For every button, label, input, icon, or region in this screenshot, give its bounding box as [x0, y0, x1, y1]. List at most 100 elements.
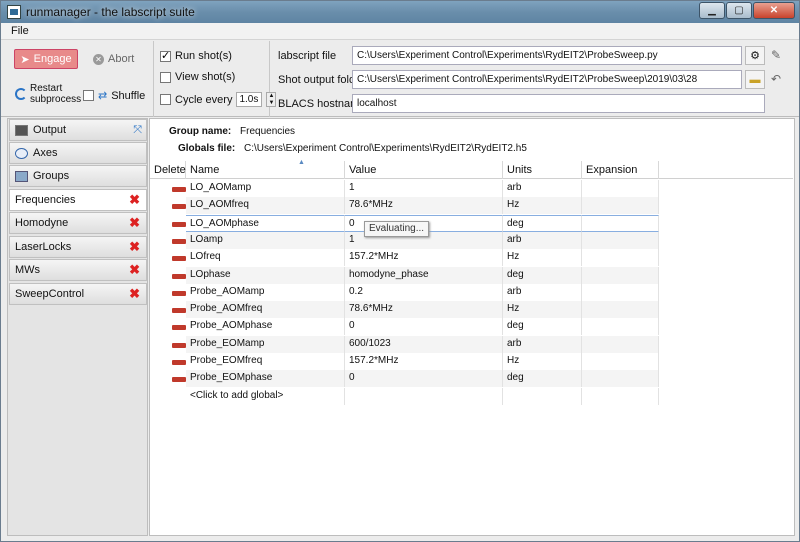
shot-output-folder-field[interactable]: C:\Users\Experiment Control\Experiments\…: [352, 70, 742, 89]
delete-icon[interactable]: [172, 325, 186, 331]
global-name-cell[interactable]: LOfreq: [186, 249, 345, 267]
global-expansion-cell[interactable]: [582, 180, 659, 197]
global-expansion-cell[interactable]: [582, 370, 659, 388]
table-row[interactable]: LOphase homodyne_phase deg: [150, 266, 793, 284]
tab-sweepcontrol[interactable]: SweepControl ✖: [9, 283, 147, 305]
global-value-cell[interactable]: 0: [345, 370, 503, 388]
column-value[interactable]: Value: [345, 161, 503, 179]
global-expansion-cell[interactable]: [582, 318, 659, 336]
view-shots-option[interactable]: View shot(s): [160, 71, 235, 83]
global-value-cell[interactable]: 1: [345, 180, 503, 197]
global-expansion-cell[interactable]: [582, 249, 659, 267]
minimize-button[interactable]: ▁: [699, 2, 725, 19]
global-name-cell[interactable]: Probe_EOMphase: [186, 370, 345, 388]
shuffle-checkbox[interactable]: [83, 90, 94, 101]
run-shots-checkbox[interactable]: [160, 49, 171, 62]
column-name[interactable]: Name ▲: [186, 159, 345, 179]
table-row[interactable]: LO_AOMphase 0 deg: [150, 214, 793, 232]
close-tab-icon[interactable]: ✖: [129, 216, 140, 229]
tab-output[interactable]: Output ⤧: [9, 119, 147, 141]
global-units-cell[interactable]: arb: [503, 283, 582, 301]
table-row[interactable]: LO_AOMamp 1 arb: [150, 180, 793, 197]
global-value-cell[interactable]: 0.2: [345, 283, 503, 301]
tab-mws[interactable]: MWs ✖: [9, 259, 147, 281]
delete-icon[interactable]: [172, 377, 186, 383]
expand-icon[interactable]: ⤧: [133, 124, 142, 137]
global-value-cell[interactable]: homodyne_phase: [345, 266, 503, 284]
global-name-cell[interactable]: Probe_EOMfreq: [186, 353, 345, 370]
close-tab-icon[interactable]: ✖: [129, 263, 140, 276]
table-row[interactable]: Probe_EOMphase 0 deg: [150, 370, 793, 388]
engage-button[interactable]: ➤ Engage: [14, 49, 78, 69]
cycle-interval-spinner[interactable]: ▲ ▼: [266, 92, 277, 107]
table-row[interactable]: Probe_AOMamp 0.2 arb: [150, 283, 793, 301]
table-row[interactable]: LOfreq 157.2*MHz Hz: [150, 249, 793, 267]
global-units-cell[interactable]: deg: [503, 318, 582, 336]
global-value-cell[interactable]: 157.2*MHz: [345, 353, 503, 370]
global-expansion-cell[interactable]: [582, 353, 659, 370]
global-expansion-cell[interactable]: [582, 266, 659, 284]
global-value-cell[interactable]: 0: [345, 318, 503, 336]
global-units-cell[interactable]: Hz: [503, 301, 582, 319]
global-value-cell[interactable]: 600/1023: [345, 335, 503, 353]
tab-axes[interactable]: Axes: [9, 142, 147, 164]
global-expansion-cell[interactable]: [582, 283, 659, 301]
global-units-cell[interactable]: arb: [503, 231, 582, 249]
column-delete[interactable]: Delete: [150, 161, 186, 179]
cycle-every-checkbox[interactable]: [160, 94, 171, 105]
table-row[interactable]: Probe_AOMphase 0 deg: [150, 318, 793, 336]
close-tab-icon[interactable]: ✖: [129, 240, 140, 253]
shuffle-control[interactable]: ⇄ Shuffle: [83, 89, 145, 102]
global-units-cell[interactable]: arb: [503, 335, 582, 353]
global-units-cell[interactable]: Hz: [503, 249, 582, 267]
global-name-cell[interactable]: LO_AOMamp: [186, 180, 345, 197]
select-output-folder-button[interactable]: ▬: [745, 70, 765, 89]
delete-icon[interactable]: [172, 273, 186, 279]
global-expansion-cell[interactable]: [582, 197, 659, 215]
global-name-cell[interactable]: Probe_AOMfreq: [186, 301, 345, 319]
add-global-row[interactable]: <Click to add global>: [150, 387, 793, 405]
global-units-cell[interactable]: deg: [503, 370, 582, 388]
global-expansion-cell[interactable]: [582, 301, 659, 319]
select-labscript-file-button[interactable]: ⚙: [745, 46, 765, 65]
delete-icon[interactable]: [172, 360, 186, 365]
delete-icon[interactable]: [172, 187, 186, 192]
close-button[interactable]: ✕: [753, 2, 795, 19]
table-row[interactable]: Probe_AOMfreq 78.6*MHz Hz: [150, 301, 793, 319]
global-expansion-cell[interactable]: [582, 335, 659, 353]
global-value-cell[interactable]: 78.6*MHz: [345, 197, 503, 215]
blacs-hostname-field[interactable]: localhost: [352, 94, 765, 113]
add-global-cell[interactable]: <Click to add global>: [186, 387, 345, 405]
tab-groups[interactable]: Groups: [9, 165, 147, 187]
delete-icon[interactable]: [172, 204, 186, 210]
cycle-interval-field[interactable]: 1.0s: [236, 92, 263, 107]
restart-subprocess-button[interactable]: Restart subprocess: [15, 83, 81, 105]
tab-homodyne[interactable]: Homodyne ✖: [9, 212, 147, 234]
global-value-cell[interactable]: 157.2*MHz: [345, 249, 503, 267]
global-name-cell[interactable]: Probe_AOMamp: [186, 283, 345, 301]
global-units-cell[interactable]: deg: [503, 214, 582, 232]
edit-icon[interactable]: ✎: [771, 48, 781, 62]
maximize-button[interactable]: ▢: [726, 2, 752, 19]
global-name-cell[interactable]: LO_AOMfreq: [186, 197, 345, 215]
abort-button[interactable]: ✕ Abort: [93, 50, 134, 68]
global-name-cell[interactable]: LO_AOMphase: [186, 214, 345, 232]
delete-icon[interactable]: [172, 342, 186, 348]
column-units[interactable]: Units: [503, 161, 582, 179]
run-shots-option[interactable]: Run shot(s): [160, 49, 232, 62]
global-units-cell[interactable]: Hz: [503, 353, 582, 370]
global-expansion-cell[interactable]: [582, 214, 659, 232]
delete-icon[interactable]: [172, 221, 186, 227]
cycle-every-option[interactable]: Cycle every 1.0s ▲ ▼: [160, 92, 277, 107]
global-value-cell[interactable]: 78.6*MHz: [345, 301, 503, 319]
global-units-cell[interactable]: arb: [503, 180, 582, 197]
menu-file[interactable]: File: [11, 25, 29, 37]
delete-icon[interactable]: [172, 238, 186, 244]
tab-laserlocks[interactable]: LaserLocks ✖: [9, 236, 147, 258]
delete-icon[interactable]: [172, 308, 186, 314]
table-row[interactable]: LOamp 1 arb: [150, 231, 793, 249]
reset-icon[interactable]: ↶: [771, 72, 781, 86]
delete-icon[interactable]: [172, 256, 186, 262]
labscript-file-field[interactable]: C:\Users\Experiment Control\Experiments\…: [352, 46, 742, 65]
tab-frequencies[interactable]: Frequencies ✖: [9, 189, 147, 211]
